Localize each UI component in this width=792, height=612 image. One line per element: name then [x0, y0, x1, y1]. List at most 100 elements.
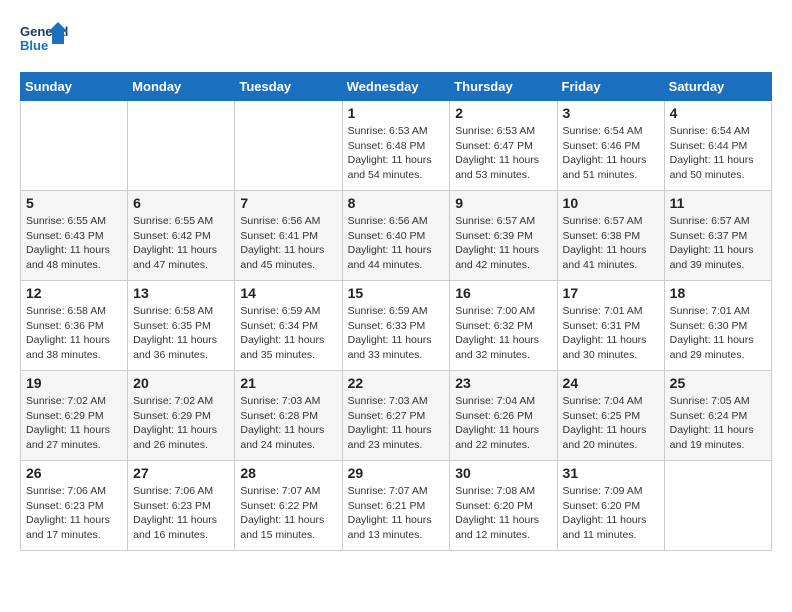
day-number: 14	[240, 285, 336, 301]
day-info: Sunrise: 6:57 AMSunset: 6:37 PMDaylight:…	[670, 214, 766, 273]
day-number: 28	[240, 465, 336, 481]
calendar-cell: 14 Sunrise: 6:59 AMSunset: 6:34 PMDayligh…	[235, 281, 342, 371]
day-info: Sunrise: 7:02 AMSunset: 6:29 PMDaylight:…	[133, 394, 229, 453]
weekday-header: Saturday	[664, 73, 771, 101]
calendar-cell: 12Sunrise: 6:58 AMSunset: 6:36 PMDayligh…	[21, 281, 128, 371]
logo-svg: General Blue	[20, 20, 70, 62]
weekday-header: Thursday	[450, 73, 557, 101]
calendar-cell: 27 Sunrise: 7:06 AMSunset: 6:23 PMDayligh…	[128, 461, 235, 551]
day-number: 30	[455, 465, 551, 481]
calendar-cell	[21, 101, 128, 191]
calendar-cell: 17Sunrise: 7:01 AMSunset: 6:31 PMDayligh…	[557, 281, 664, 371]
weekday-header: Tuesday	[235, 73, 342, 101]
day-info: Sunrise: 6:56 AMSunset: 6:41 PMDaylight:…	[240, 214, 336, 273]
calendar-cell: 8 Sunrise: 6:56 AMSunset: 6:40 PMDaylight…	[342, 191, 450, 281]
day-number: 4	[670, 105, 766, 121]
day-info: Sunrise: 7:04 AMSunset: 6:25 PMDaylight:…	[563, 394, 659, 453]
calendar-cell: 21 Sunrise: 7:03 AMSunset: 6:28 PMDayligh…	[235, 371, 342, 461]
day-info: Sunrise: 7:09 AMSunset: 6:20 PMDaylight:…	[563, 484, 659, 543]
day-info: Sunrise: 6:58 AMSunset: 6:36 PMDaylight:…	[26, 304, 122, 363]
calendar-cell: 26Sunrise: 7:06 AMSunset: 6:23 PMDayligh…	[21, 461, 128, 551]
calendar-week: 5Sunrise: 6:55 AMSunset: 6:43 PMDaylight…	[21, 191, 772, 281]
calendar-cell: 30 Sunrise: 7:08 AMSunset: 6:20 PMDayligh…	[450, 461, 557, 551]
day-number: 25	[670, 375, 766, 391]
day-info: Sunrise: 6:57 AMSunset: 6:39 PMDaylight:…	[455, 214, 551, 273]
day-number: 17	[563, 285, 659, 301]
weekday-header: Wednesday	[342, 73, 450, 101]
day-info: Sunrise: 6:55 AMSunset: 6:43 PMDaylight:…	[26, 214, 122, 273]
day-number: 1	[348, 105, 445, 121]
svg-text:Blue: Blue	[20, 38, 48, 53]
day-info: Sunrise: 6:54 AMSunset: 6:46 PMDaylight:…	[563, 124, 659, 183]
day-number: 31	[563, 465, 659, 481]
day-number: 3	[563, 105, 659, 121]
calendar-cell: 18Sunrise: 7:01 AMSunset: 6:30 PMDayligh…	[664, 281, 771, 371]
page-header: General Blue	[20, 20, 772, 62]
calendar-cell: 10 Sunrise: 6:57 AMSunset: 6:38 PMDayligh…	[557, 191, 664, 281]
calendar-cell: 4 Sunrise: 6:54 AMSunset: 6:44 PMDaylight…	[664, 101, 771, 191]
day-number: 2	[455, 105, 551, 121]
logo: General Blue	[20, 20, 70, 62]
calendar-cell: 3 Sunrise: 6:54 AMSunset: 6:46 PMDaylight…	[557, 101, 664, 191]
day-number: 27	[133, 465, 229, 481]
day-number: 7	[240, 195, 336, 211]
day-info: Sunrise: 6:54 AMSunset: 6:44 PMDaylight:…	[670, 124, 766, 183]
calendar-cell: 28 Sunrise: 7:07 AMSunset: 6:22 PMDayligh…	[235, 461, 342, 551]
day-info: Sunrise: 7:03 AMSunset: 6:28 PMDaylight:…	[240, 394, 336, 453]
calendar-cell: 16Sunrise: 7:00 AMSunset: 6:32 PMDayligh…	[450, 281, 557, 371]
day-info: Sunrise: 7:07 AMSunset: 6:21 PMDaylight:…	[348, 484, 445, 543]
day-info: Sunrise: 6:55 AMSunset: 6:42 PMDaylight:…	[133, 214, 229, 273]
day-number: 10	[563, 195, 659, 211]
calendar-week: 19 Sunrise: 7:02 AMSunset: 6:29 PMDayligh…	[21, 371, 772, 461]
calendar-table: SundayMondayTuesdayWednesdayThursdayFrid…	[20, 72, 772, 551]
calendar-cell	[235, 101, 342, 191]
day-info: Sunrise: 6:59 AMSunset: 6:34 PMDaylight:…	[240, 304, 336, 363]
day-info: Sunrise: 6:53 AMSunset: 6:48 PMDaylight:…	[348, 124, 445, 183]
calendar-cell: 22 Sunrise: 7:03 AMSunset: 6:27 PMDayligh…	[342, 371, 450, 461]
calendar-cell: 13 Sunrise: 6:58 AMSunset: 6:35 PMDayligh…	[128, 281, 235, 371]
calendar-cell: 15Sunrise: 6:59 AMSunset: 6:33 PMDayligh…	[342, 281, 450, 371]
day-number: 21	[240, 375, 336, 391]
day-info: Sunrise: 7:04 AMSunset: 6:26 PMDaylight:…	[455, 394, 551, 453]
day-info: Sunrise: 7:01 AMSunset: 6:30 PMDaylight:…	[670, 304, 766, 363]
day-number: 8	[348, 195, 445, 211]
day-info: Sunrise: 6:53 AMSunset: 6:47 PMDaylight:…	[455, 124, 551, 183]
day-info: Sunrise: 7:07 AMSunset: 6:22 PMDaylight:…	[240, 484, 336, 543]
day-number: 29	[348, 465, 445, 481]
calendar-cell: 29 Sunrise: 7:07 AMSunset: 6:21 PMDayligh…	[342, 461, 450, 551]
calendar-cell: 19 Sunrise: 7:02 AMSunset: 6:29 PMDayligh…	[21, 371, 128, 461]
day-info: Sunrise: 6:57 AMSunset: 6:38 PMDaylight:…	[563, 214, 659, 273]
day-number: 16	[455, 285, 551, 301]
calendar-week: 1 Sunrise: 6:53 AMSunset: 6:48 PMDaylight…	[21, 101, 772, 191]
day-info: Sunrise: 6:56 AMSunset: 6:40 PMDaylight:…	[348, 214, 445, 273]
calendar-cell	[664, 461, 771, 551]
day-info: Sunrise: 7:06 AMSunset: 6:23 PMDaylight:…	[133, 484, 229, 543]
day-info: Sunrise: 7:03 AMSunset: 6:27 PMDaylight:…	[348, 394, 445, 453]
calendar-header: SundayMondayTuesdayWednesdayThursdayFrid…	[21, 73, 772, 101]
day-number: 22	[348, 375, 445, 391]
calendar-cell: 6 Sunrise: 6:55 AMSunset: 6:42 PMDaylight…	[128, 191, 235, 281]
calendar-cell: 5Sunrise: 6:55 AMSunset: 6:43 PMDaylight…	[21, 191, 128, 281]
calendar-cell: 9 Sunrise: 6:57 AMSunset: 6:39 PMDaylight…	[450, 191, 557, 281]
day-number: 20	[133, 375, 229, 391]
calendar-cell: 20 Sunrise: 7:02 AMSunset: 6:29 PMDayligh…	[128, 371, 235, 461]
day-info: Sunrise: 7:06 AMSunset: 6:23 PMDaylight:…	[26, 484, 122, 543]
day-number: 9	[455, 195, 551, 211]
calendar-cell: 25 Sunrise: 7:05 AMSunset: 6:24 PMDayligh…	[664, 371, 771, 461]
calendar-cell: 7 Sunrise: 6:56 AMSunset: 6:41 PMDaylight…	[235, 191, 342, 281]
weekday-header: Friday	[557, 73, 664, 101]
weekday-header: Sunday	[21, 73, 128, 101]
day-info: Sunrise: 7:08 AMSunset: 6:20 PMDaylight:…	[455, 484, 551, 543]
day-info: Sunrise: 7:02 AMSunset: 6:29 PMDaylight:…	[26, 394, 122, 453]
day-number: 6	[133, 195, 229, 211]
day-number: 19	[26, 375, 122, 391]
day-info: Sunrise: 7:05 AMSunset: 6:24 PMDaylight:…	[670, 394, 766, 453]
day-number: 15	[348, 285, 445, 301]
calendar-cell: 2 Sunrise: 6:53 AMSunset: 6:47 PMDaylight…	[450, 101, 557, 191]
day-number: 13	[133, 285, 229, 301]
calendar-cell: 23Sunrise: 7:04 AMSunset: 6:26 PMDayligh…	[450, 371, 557, 461]
day-number: 11	[670, 195, 766, 211]
day-info: Sunrise: 6:58 AMSunset: 6:35 PMDaylight:…	[133, 304, 229, 363]
calendar-week: 26Sunrise: 7:06 AMSunset: 6:23 PMDayligh…	[21, 461, 772, 551]
calendar-cell: 24Sunrise: 7:04 AMSunset: 6:25 PMDayligh…	[557, 371, 664, 461]
